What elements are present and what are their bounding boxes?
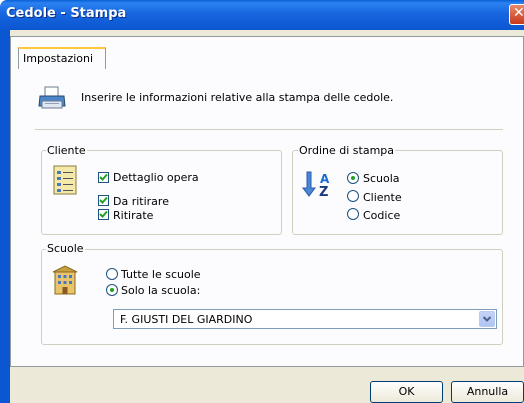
school-select[interactable]: F. GIUSTI DEL GIARDINO [113, 309, 497, 329]
radio-scuola[interactable] [347, 172, 359, 184]
tab-impostazioni[interactable]: Impostazioni [18, 47, 106, 69]
cliente-group [41, 150, 282, 235]
close-button[interactable]: ✕ [509, 4, 524, 25]
document-list-icon [53, 165, 77, 195]
checkbox-ritirate[interactable] [98, 209, 109, 220]
window-title: Cedole - Stampa [6, 6, 127, 21]
radio-solo-la-scuola[interactable] [106, 284, 118, 296]
checkbox-da-ritirare-label[interactable]: Da ritirare [113, 195, 169, 208]
dialog-window: Cedole - Stampa ✕ Impostazioni Inserire … [0, 0, 524, 403]
cancel-button[interactable]: Annulla [451, 381, 524, 403]
printer-icon [38, 86, 66, 109]
radio-scuola-label[interactable]: Scuola [363, 172, 400, 185]
radio-tutte-le-scuole-label[interactable]: Tutte le scuole [121, 268, 201, 281]
svg-text:A: A [320, 172, 330, 186]
checkbox-ritirate-label[interactable]: Ritirate [113, 209, 153, 222]
checkbox-da-ritirare[interactable] [98, 195, 109, 206]
window-frame [0, 30, 10, 403]
radio-solo-la-scuola-label[interactable]: Solo la scuola: [121, 284, 200, 297]
scuole-group [41, 249, 503, 345]
scuole-group-title: Scuole [46, 242, 85, 255]
checkbox-dettaglio-opera-label[interactable]: Dettaglio opera [113, 171, 199, 184]
sort-az-icon: A Z [302, 171, 330, 198]
svg-text:Z: Z [319, 185, 328, 198]
radio-tutte-le-scuole[interactable] [106, 268, 118, 280]
ordine-group-title: Ordine di stampa [298, 144, 396, 157]
checkbox-dettaglio-opera[interactable] [98, 172, 109, 183]
radio-codice[interactable] [347, 208, 359, 220]
school-building-icon [52, 265, 78, 295]
chevron-down-icon[interactable] [479, 311, 495, 327]
radio-cliente-label[interactable]: Cliente [363, 191, 402, 204]
tab-label: Impostazioni [23, 52, 94, 65]
cliente-group-title: Cliente [46, 144, 87, 157]
school-select-value: F. GIUSTI DEL GIARDINO [120, 313, 253, 326]
ok-button[interactable]: OK [370, 381, 443, 403]
close-icon: ✕ [513, 5, 524, 21]
radio-cliente[interactable] [347, 190, 359, 202]
separator [35, 129, 503, 130]
info-text: Inserire le informazioni relative alla s… [81, 91, 394, 104]
radio-codice-label[interactable]: Codice [363, 209, 400, 222]
title-bar[interactable]: Cedole - Stampa ✕ [0, 0, 524, 30]
